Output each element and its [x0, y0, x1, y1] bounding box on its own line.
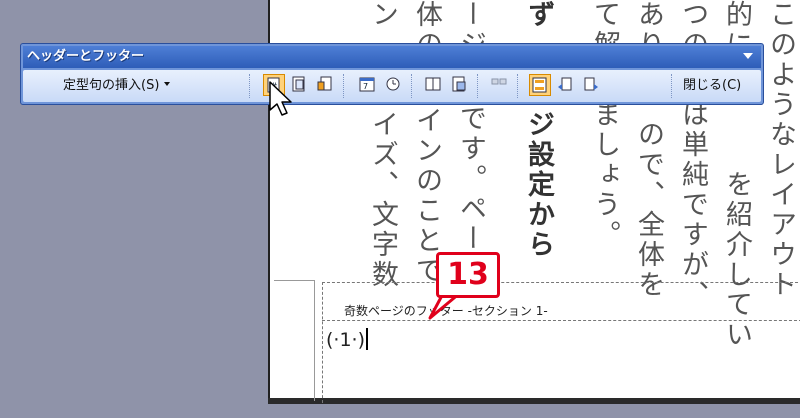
separator	[477, 74, 479, 98]
header-footer-toolbar: ヘッダーとフッター 定型句の挿入(S) # 7	[20, 43, 764, 105]
text-column: ージです。ペー	[455, 0, 486, 254]
svg-text:7: 7	[363, 82, 368, 91]
insert-autotext-button[interactable]: 定型句の挿入(S)	[63, 76, 171, 96]
show-document-text-button[interactable]	[449, 74, 471, 96]
footer-area[interactable]	[322, 282, 800, 403]
same-as-previous-icon	[491, 78, 507, 85]
show-next-button[interactable]	[581, 74, 603, 96]
format-page-number-icon	[317, 76, 332, 91]
toolbar-options-icon[interactable]	[743, 53, 753, 59]
separator	[249, 74, 251, 98]
same-as-previous-button[interactable]	[489, 74, 511, 96]
switch-header-footer-button[interactable]	[529, 74, 551, 96]
footer-section-label: 奇数ページのフッター -セクション 1-	[342, 302, 550, 319]
toolbar-title-bar[interactable]: ヘッダーとフッター	[23, 46, 761, 68]
dropdown-arrow-icon	[164, 82, 171, 86]
toolbar-body: 定型句の挿入(S) # 7	[23, 70, 761, 102]
text-cursor	[366, 328, 368, 350]
separator	[343, 74, 345, 98]
show-previous-button[interactable]	[555, 74, 577, 96]
footer-page-number[interactable]: (·1·)	[326, 328, 368, 351]
text-column: て解ましょう。	[589, 0, 620, 250]
insert-autotext-label: 定型句の挿入(S)	[63, 78, 160, 93]
switch-header-footer-icon	[532, 77, 547, 93]
separator	[671, 74, 673, 98]
page-setup-icon	[425, 77, 441, 91]
insert-date-button[interactable]: 7	[357, 74, 379, 96]
step-callout: 13	[436, 252, 500, 298]
text-column: このようなレイアウト	[765, 0, 796, 300]
separator	[517, 74, 519, 98]
insert-time-button[interactable]	[383, 74, 405, 96]
separator	[411, 74, 413, 98]
show-next-icon	[584, 77, 598, 91]
format-page-number-button[interactable]	[315, 74, 337, 96]
date-icon: 7	[359, 77, 375, 92]
page-setup-button[interactable]	[423, 74, 445, 96]
show-document-text-icon	[452, 76, 466, 92]
margin-corner-mark	[274, 280, 315, 401]
close-header-footer-button[interactable]: 閉じる(C)	[683, 76, 741, 96]
footer-boundary	[322, 320, 800, 321]
time-icon	[386, 77, 400, 91]
show-previous-icon	[558, 77, 572, 91]
text-column: ずージ設定から	[523, 0, 554, 260]
toolbar-title: ヘッダーとフッター	[27, 49, 145, 64]
mouse-pointer-icon	[269, 81, 292, 116]
